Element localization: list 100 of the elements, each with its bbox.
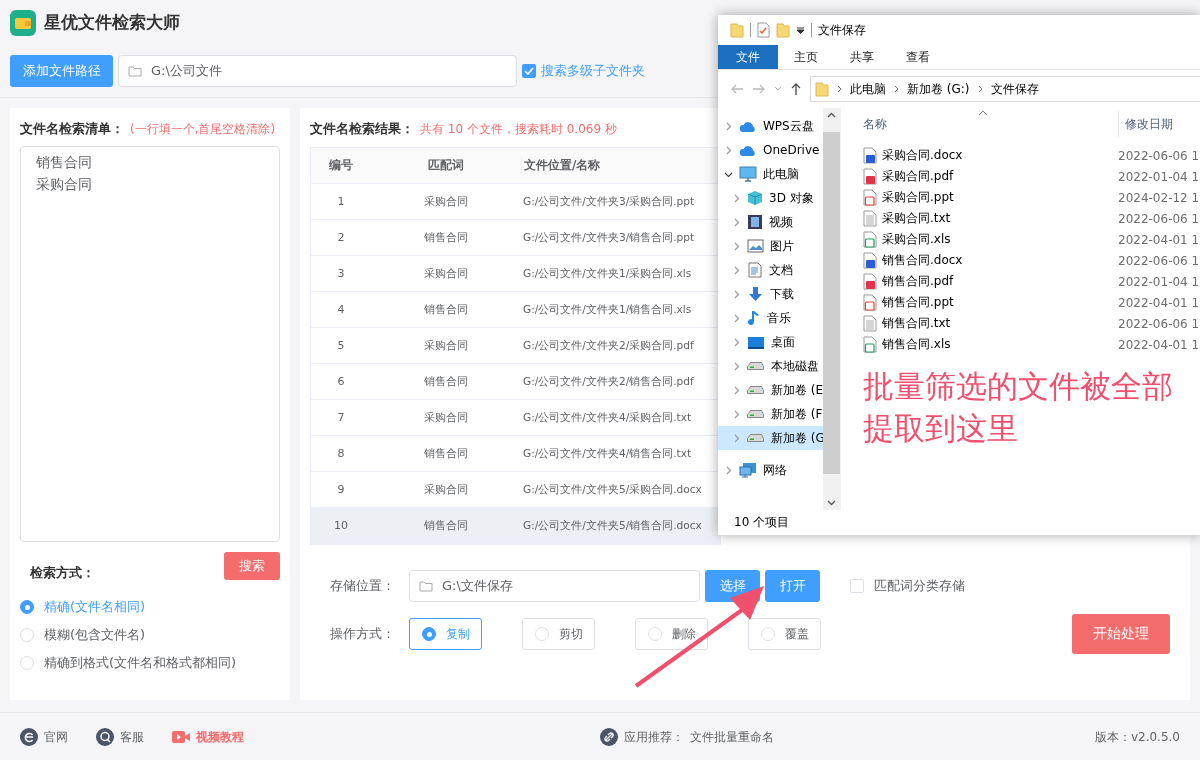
cloud-icon [739, 143, 757, 157]
drive-icon [747, 362, 765, 370]
nav-item[interactable]: 3D 对象 [718, 186, 823, 210]
radio-option[interactable]: 模糊(包含文件名) [20, 626, 280, 644]
nav-item[interactable]: 视频 [718, 210, 823, 234]
chevron-right-icon[interactable] [732, 217, 741, 227]
nav-item[interactable]: 新加卷 (E [718, 378, 823, 402]
file-name[interactable]: 采购合同.ppt [882, 189, 954, 206]
file-name[interactable]: 销售合同.pdf [882, 273, 954, 290]
chevron-right-icon[interactable] [732, 361, 741, 371]
scroll-down-icon[interactable] [827, 500, 836, 506]
dropdown-icon[interactable] [796, 26, 805, 34]
ribbon-tab[interactable]: 共享 [834, 45, 890, 69]
chevron-right-icon [894, 85, 899, 93]
scrollbar[interactable] [823, 108, 840, 510]
checkbox-label[interactable]: 匹配词分类存储 [874, 577, 965, 595]
file-name[interactable]: 采购合同.xls [882, 231, 951, 248]
chevron-right-icon[interactable] [724, 145, 733, 155]
forward-icon[interactable] [752, 83, 766, 95]
nav-item[interactable]: 此电脑 [718, 162, 823, 186]
chevron-right-icon[interactable] [732, 385, 741, 395]
nav-item[interactable]: 文档 [718, 258, 823, 282]
file-date: 2022-04-01 1 [1118, 232, 1200, 247]
table-cell: 6 [337, 375, 345, 388]
address-bar[interactable]: 此电脑 新加卷 (G:) 文件保存 [810, 76, 1200, 102]
desktop-icon [747, 334, 765, 350]
back-icon[interactable] [730, 83, 744, 95]
link-icon [600, 728, 618, 746]
nav-label: WPS云盘 [763, 117, 814, 135]
location-field[interactable]: G:\文件保存 [409, 570, 700, 602]
file-name[interactable]: 采购合同.txt [882, 210, 951, 227]
nav-item[interactable]: WPS云盘 [718, 114, 823, 138]
table-cell: 销售合同 [424, 447, 468, 460]
file-name[interactable]: 采购合同.pdf [882, 168, 954, 185]
chevron-right-icon[interactable] [732, 409, 741, 419]
folder-icon[interactable] [776, 22, 790, 38]
chevron-right-icon[interactable] [732, 313, 741, 323]
nav-item[interactable]: OneDrive [718, 138, 823, 162]
column-header[interactable]: 修改日期 [1125, 115, 1173, 133]
scroll-up-icon[interactable] [827, 112, 836, 118]
ribbon-tab[interactable]: 主页 [778, 45, 834, 69]
search-list-field[interactable]: 销售合同 采购合同 [20, 146, 280, 542]
chevron-right-icon[interactable] [732, 337, 741, 347]
summary-text: 共有 10 个文件，搜索耗时 0.069 秒 [420, 121, 617, 138]
table-row[interactable]: 10 销售合同 G:/公司文件/文件夹5/销售合同.docx [311, 508, 721, 544]
table-cell: G:/公司文件/文件夹2/采购合同.pdf [523, 338, 694, 351]
music-note-icon [747, 310, 761, 326]
nav-item[interactable]: 音乐 [718, 306, 823, 330]
table-cell: 销售合同 [424, 303, 468, 316]
checklist-icon[interactable] [757, 22, 770, 38]
file-name[interactable]: 销售合同.ppt [882, 294, 954, 311]
table-cell: 销售合同 [424, 519, 468, 532]
sort-caret-icon[interactable] [978, 110, 988, 116]
document-icon [747, 262, 763, 278]
radio-option[interactable]: 精确到格式(文件名和格式都相同) [20, 654, 280, 672]
monitor-icon [739, 166, 757, 182]
window-title: 文件保存 [818, 21, 866, 39]
video-camera-icon [172, 728, 190, 746]
chevron-right-icon[interactable] [732, 265, 741, 275]
table-cell: 采购合同 [424, 411, 468, 424]
radio-option[interactable]: 删除 [635, 618, 708, 650]
file-icon [863, 315, 877, 332]
footer-link[interactable]: 官网 [44, 728, 68, 746]
breadcrumb-item[interactable]: 此电脑 [850, 80, 886, 98]
nav-item[interactable]: 本地磁盘 [718, 354, 823, 378]
chevron-right-icon[interactable] [732, 433, 741, 443]
folder-icon [128, 65, 142, 77]
footer-link[interactable]: 客服 [120, 728, 144, 746]
ribbon-tab[interactable]: 文件 [718, 45, 778, 69]
breadcrumb-item[interactable]: 文件保存 [990, 80, 1039, 98]
file-name[interactable]: 销售合同.txt [882, 315, 951, 332]
chevron-right-icon[interactable] [724, 465, 733, 475]
nav-item[interactable]: 图片 [718, 234, 823, 258]
chevron-right-icon[interactable] [732, 241, 741, 251]
nav-label: 新加卷 (F [771, 405, 823, 423]
table-cell: G:/公司文件/文件夹4/销售合同.txt [523, 446, 692, 459]
nav-item[interactable]: 网络 [718, 458, 823, 482]
recommend-link[interactable]: 文件批量重命名 [690, 728, 774, 746]
up-arrow-icon[interactable] [790, 82, 802, 96]
breadcrumb-item[interactable]: 新加卷 (G:) [907, 80, 970, 98]
nav-item[interactable]: 下载 [718, 282, 823, 306]
film-icon [747, 214, 763, 230]
radio-option[interactable]: 覆盖 [748, 618, 821, 650]
column-header[interactable]: 名称 [863, 116, 887, 131]
chevron-right-icon[interactable] [724, 121, 733, 131]
file-name[interactable]: 销售合同.docx [882, 252, 963, 269]
download-icon [747, 286, 764, 302]
network-icon [739, 462, 757, 478]
chevron-right-icon[interactable] [732, 289, 741, 299]
folder-icon[interactable] [730, 22, 744, 38]
file-name[interactable]: 采购合同.docx [882, 147, 963, 164]
ribbon-tab[interactable]: 查看 [890, 45, 946, 69]
nav-item[interactable]: 桌面 [718, 330, 823, 354]
path-field[interactable]: G:\公司文件 [118, 55, 517, 87]
chevron-right-icon[interactable] [732, 193, 741, 203]
file-name[interactable]: 销售合同.xls [882, 336, 951, 353]
nav-item[interactable]: 新加卷 (F [718, 402, 823, 426]
file-icon [863, 189, 877, 206]
radio-option[interactable]: 剪切 [522, 618, 595, 650]
checkbox[interactable] [522, 64, 536, 78]
